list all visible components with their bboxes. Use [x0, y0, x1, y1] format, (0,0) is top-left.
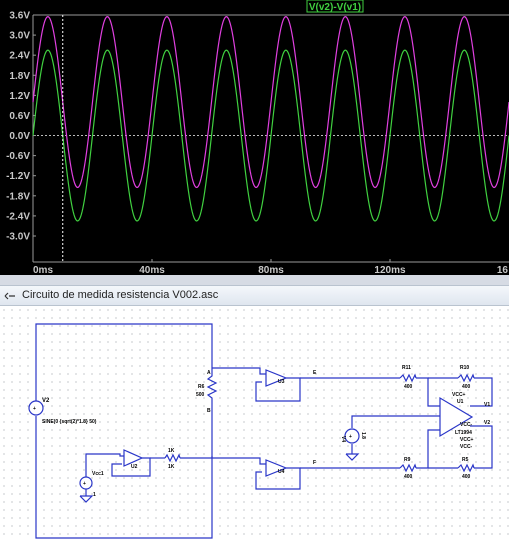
v4-source-sign: +	[349, 434, 352, 440]
vcc1-source-symbol[interactable]	[79, 476, 93, 490]
v2-value: SINE(0 {sqrt(2)*1.8} 50)	[42, 419, 97, 425]
r11-label: R11	[402, 365, 411, 371]
y-tick-label: -0.6V	[6, 151, 30, 162]
schematic-wires	[35, 323, 493, 539]
r10-value: 400	[462, 384, 471, 390]
y-axis-ticks: 3.6V 3.0V 2.4V 1.8V 1.2V 0.6V 0.0V -0.6V -1.2V -1…	[6, 11, 36, 243]
r1k-label: 1K	[168, 448, 175, 454]
node-b-label: B	[207, 408, 211, 414]
x-tick-label: 0ms	[33, 265, 53, 275]
r5-resistor-symbol[interactable]	[457, 463, 475, 473]
r11-resistor-symbol[interactable]	[399, 373, 417, 383]
y-tick-label: 3.0V	[9, 31, 30, 42]
trace-group	[32, 16, 509, 222]
r9-resistor-symbol[interactable]	[399, 463, 417, 473]
y-tick-label: 3.6V	[9, 11, 30, 22]
r9-label: R9	[404, 457, 411, 463]
net-v2-label: V2	[484, 420, 490, 426]
r1k-value: 1K	[168, 464, 175, 470]
r11-value: 400	[404, 384, 413, 390]
node-f-label: F	[313, 460, 316, 466]
u1-vcc-plus: VCC+	[452, 392, 466, 398]
node-e-label: E	[313, 370, 317, 376]
u1-part: LT1994	[455, 430, 472, 436]
y-tick-label: -3.0V	[6, 232, 30, 243]
r5-label: R5	[462, 457, 469, 463]
vcc1-source-sign: +	[83, 481, 86, 487]
u1-label: U1	[457, 399, 464, 405]
r9-value: 400	[404, 474, 413, 480]
y-tick-label: 1.8V	[9, 71, 30, 82]
node-a-label: A	[207, 370, 211, 376]
u1-vcc-minus: VCC-	[460, 444, 473, 450]
x-tick-label: 80ms	[258, 265, 284, 275]
v4-ground-icon	[345, 453, 360, 461]
v4-source-symbol[interactable]	[344, 428, 360, 444]
x-tick-label: 16	[497, 265, 509, 275]
u3-label: U3	[278, 379, 285, 385]
schematic-window-title: Circuito de medida resistencia V002.asc	[22, 289, 219, 301]
r6-value: 500	[196, 392, 205, 398]
waveform-pane[interactable]: 3.6V 3.0V 2.4V 1.8V 1.2V 0.6V 0.0V -0.6V -1.2V -1…	[0, 0, 509, 275]
vcc1-value: 1	[93, 492, 96, 498]
y-tick-label: -1.8V	[6, 191, 30, 202]
waveform-plot[interactable]: 3.6V 3.0V 2.4V 1.8V 1.2V 0.6V 0.0V -0.6V -1.2V -1…	[0, 0, 509, 275]
r5-value: 400	[462, 474, 471, 480]
x-tick-label: 120ms	[374, 265, 406, 275]
trace-magenta[interactable]	[32, 16, 509, 189]
u1-vcc-minus-2: VCC-	[460, 422, 473, 428]
r1k-resistor-symbol[interactable]	[164, 453, 181, 463]
schematic-drawing[interactable]: + V2 SINE(0 {sqrt(2)*1.8} 50) R6 500 A B…	[0, 306, 509, 539]
vcc1-ground-icon	[79, 495, 94, 503]
r10-resistor-symbol[interactable]	[457, 373, 475, 383]
v2-label: V2	[42, 398, 50, 404]
u1-vcc-plus-2: VCC+	[460, 437, 474, 443]
v4-value: 1.8	[360, 432, 366, 439]
vcc1-label: Vcc1	[92, 471, 104, 477]
net-v1-label: V1	[484, 402, 490, 408]
u2-label: U2	[131, 464, 138, 470]
v2-source-sign: +	[33, 406, 36, 412]
y-tick-label: -1.2V	[6, 171, 30, 182]
y-tick-label: 1.2V	[9, 91, 30, 102]
x-axis-ticks: 0ms 40ms 80ms 120ms 16	[33, 259, 508, 275]
schematic-title-bar[interactable]: Circuito de medida resistencia V002.asc	[0, 285, 509, 306]
y-tick-label: 2.4V	[9, 51, 30, 62]
r6-label: R6	[198, 384, 205, 390]
y-tick-label: -2.4V	[6, 211, 30, 222]
v4-label: V4	[340, 436, 346, 442]
schematic-canvas[interactable]: + V2 SINE(0 {sqrt(2)*1.8} 50) R6 500 A B…	[0, 306, 509, 539]
trace-label[interactable]: V(v2)-V(v1)	[309, 2, 361, 13]
x-tick-label: 40ms	[139, 265, 165, 275]
v2-source-symbol[interactable]	[28, 400, 44, 416]
u4-label: U4	[278, 469, 285, 475]
y-tick-label: 0.6V	[9, 111, 30, 122]
r10-label: R10	[460, 365, 469, 371]
y-tick-label: 0.0V	[9, 131, 30, 142]
schematic-icon	[4, 292, 15, 300]
